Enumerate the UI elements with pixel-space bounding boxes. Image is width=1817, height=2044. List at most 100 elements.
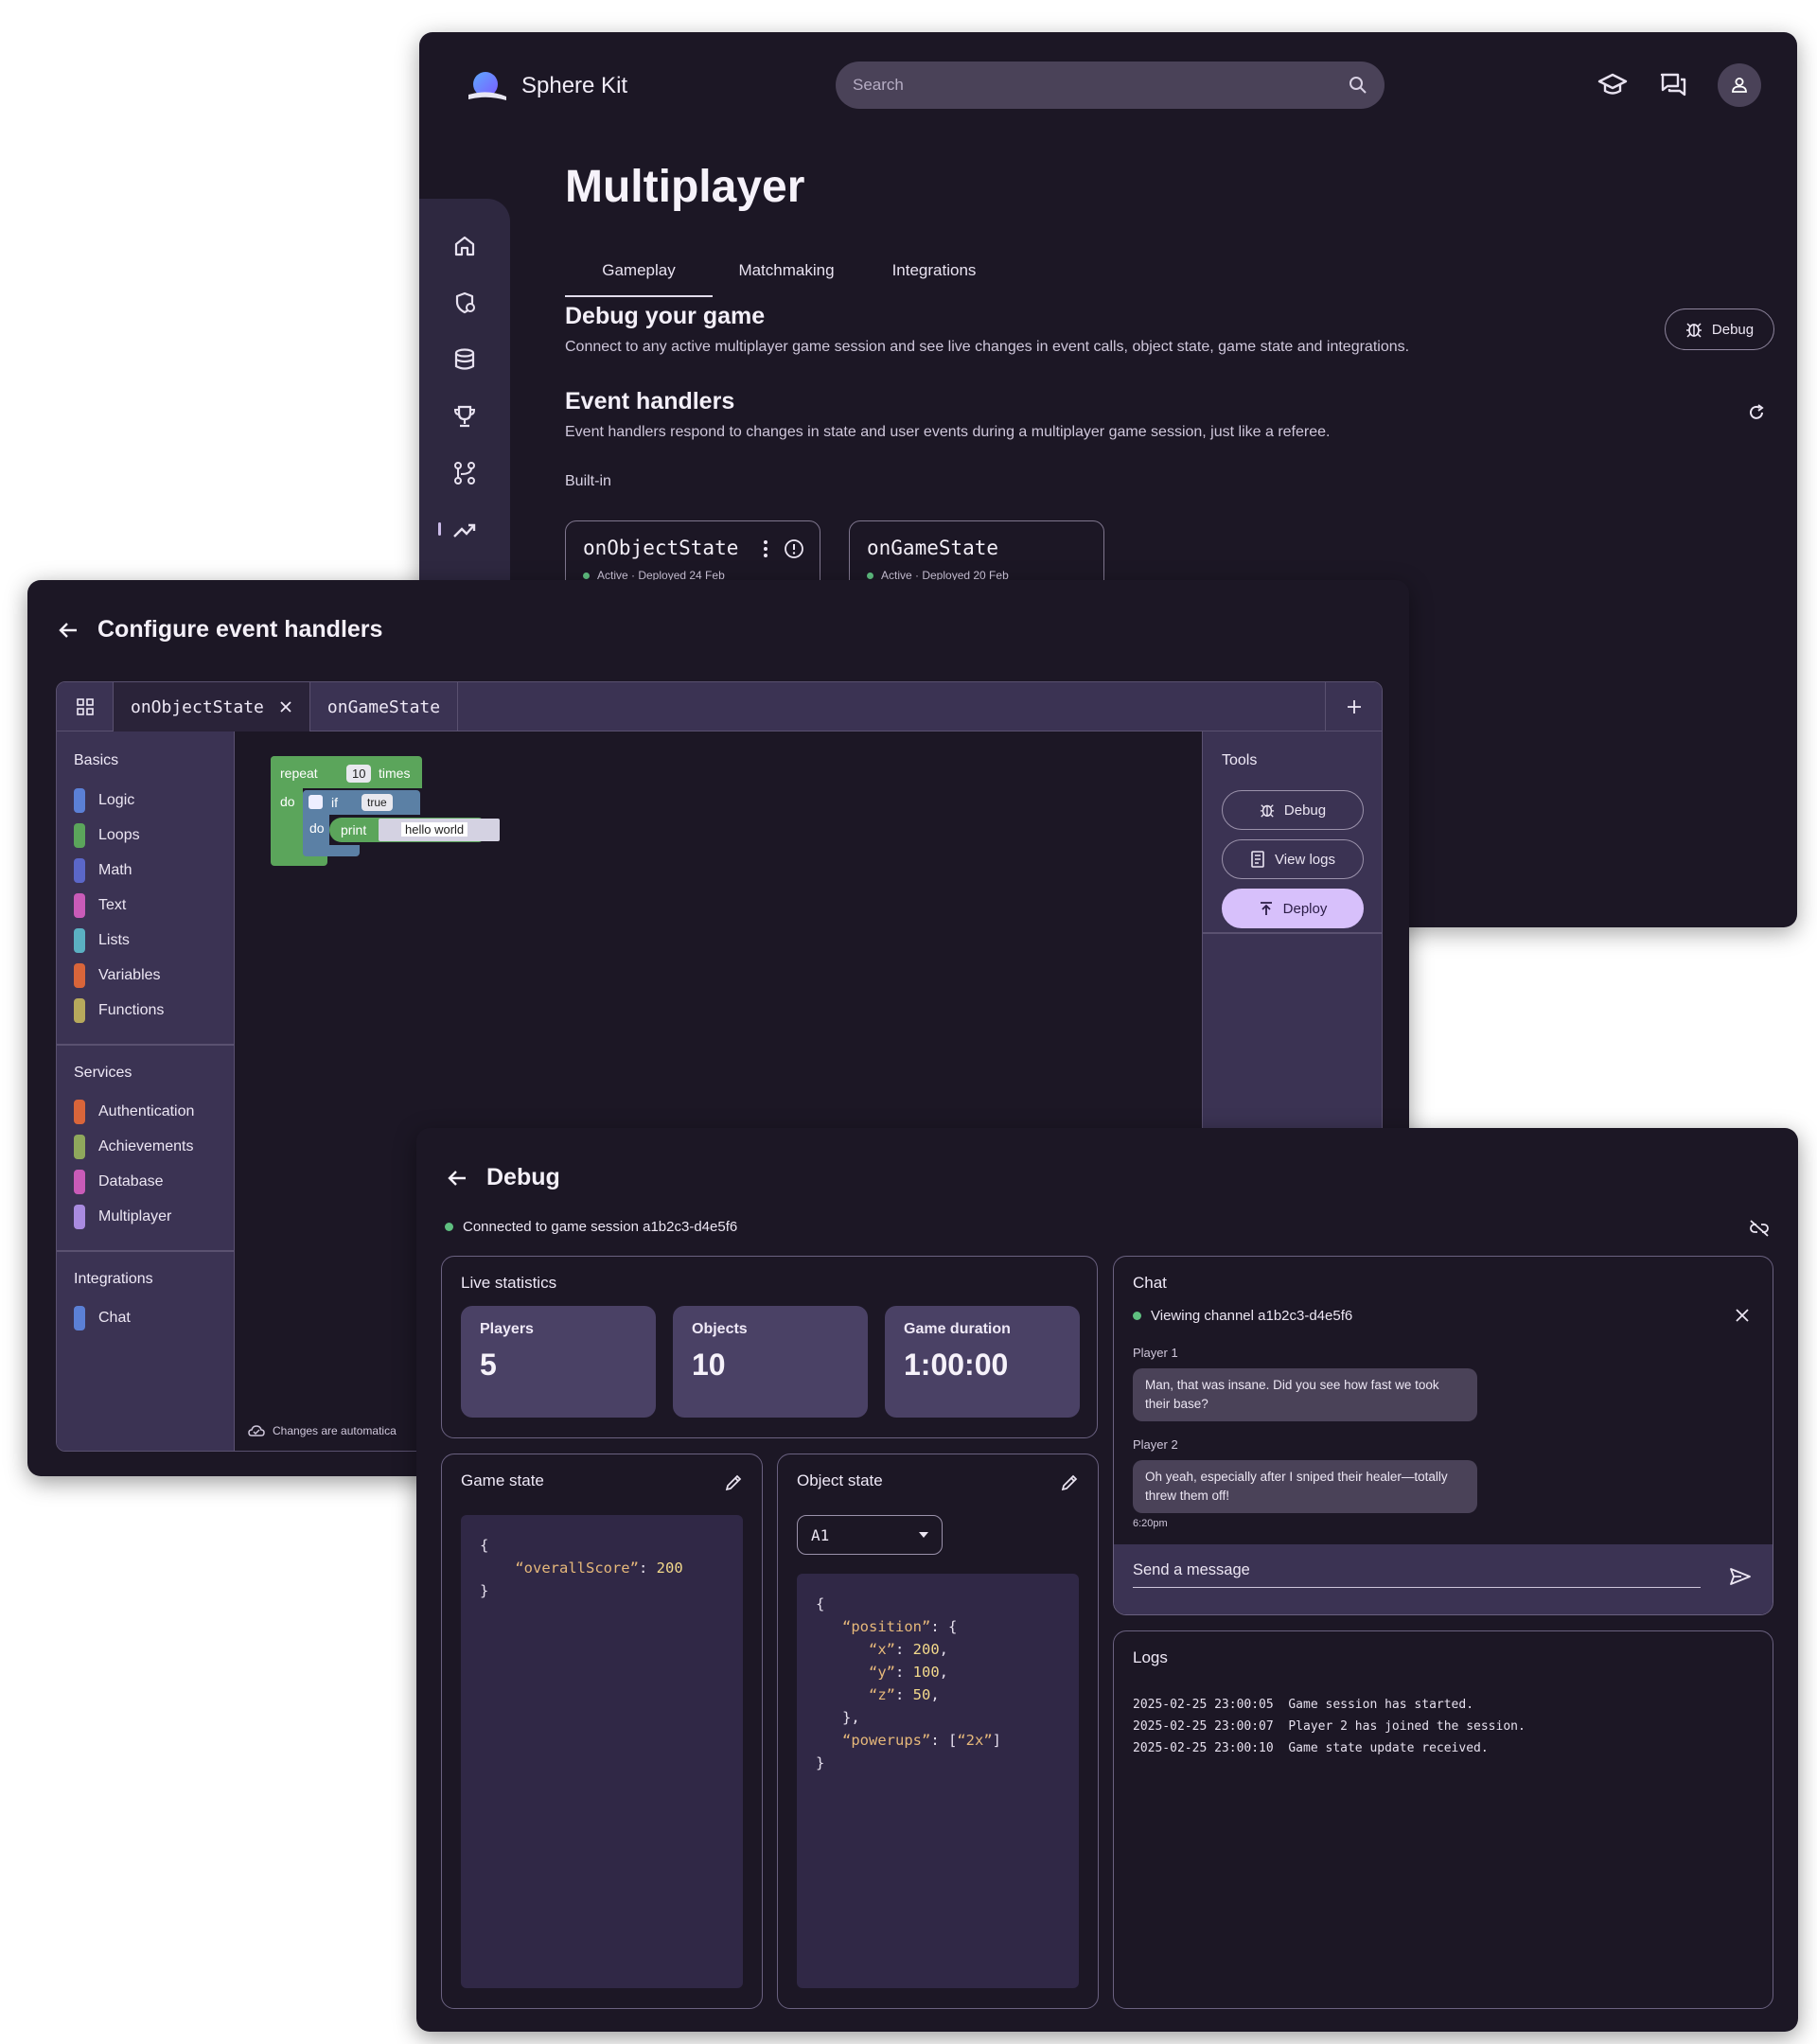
edit-icon[interactable] [724,1473,743,1492]
block-palette: Basics Logic Loops Math Text Lists Varia… [57,731,235,1451]
category-swatch [74,788,85,813]
autosave-status: Changes are automatica [248,1424,397,1437]
gear-icon[interactable] [309,795,323,809]
json-value: 200 [656,1559,683,1577]
deploy-button[interactable]: Deploy [1222,889,1364,928]
palette-item-authentication[interactable]: Authentication [74,1100,194,1124]
palette-item-achievements[interactable]: Achievements [74,1135,194,1159]
log-entry: 2025-02-25 23:00:07 Player 2 has joined … [1133,1719,1526,1734]
account-avatar[interactable] [1718,63,1761,107]
message-author: Player 1 [1133,1346,1178,1360]
view-logs-button[interactable]: View logs [1222,839,1364,879]
builtin-label: Built-in [565,473,611,489]
back-arrow-icon[interactable] [447,1169,467,1188]
palette-divider [57,1250,235,1252]
debug-description: Connect to any active multiplayer game s… [565,339,1410,355]
shield-icon[interactable] [448,286,482,320]
chat-panel: Chat Viewing channel a1b2c3-d4e5f6 Playe… [1113,1256,1773,1615]
tab-ongamestate[interactable]: onGameState [310,682,459,731]
autosave-text: Changes are automatica [273,1424,397,1437]
sphere-logo-icon [467,70,508,102]
palette-item-functions[interactable]: Functions [74,998,164,1023]
palette-item-math[interactable]: Math [74,858,132,883]
send-icon[interactable] [1729,1567,1752,1586]
connection-text: Connected to game session a1b2c3-d4e5f6 [463,1219,738,1235]
debug-window: Debug Connected to game session a1b2c3-d… [416,1128,1798,2032]
forum-icon[interactable] [1657,69,1689,101]
bug-icon [1260,804,1275,818]
status-dot [1133,1312,1141,1320]
status-dot [867,572,873,579]
stat-card-objects: Objects 10 [673,1306,868,1418]
debug-button-label: Debug [1711,321,1755,338]
palette-item-lists[interactable]: Lists [74,928,130,953]
editor-tabs: onObjectState onGameState [57,682,1382,731]
palette-section-basics: Basics [74,752,119,768]
object-state-json[interactable]: { “position”: { “x”: 200, “y”: 100, “z”:… [797,1574,1079,1988]
block-bool-dropdown[interactable]: true [362,794,393,811]
category-swatch [74,893,85,918]
palette-item-multiplayer[interactable]: Multiplayer [74,1205,171,1229]
close-icon[interactable] [1735,1308,1750,1323]
debug-button[interactable]: Debug [1665,308,1774,350]
category-swatch [74,1170,85,1194]
palette-item-chat[interactable]: Chat [74,1306,131,1330]
tab-integrations[interactable]: Integrations [860,261,1008,297]
database-icon[interactable] [448,343,482,377]
game-state-title: Game state [461,1471,544,1489]
warning-icon[interactable] [784,538,804,559]
page-title: Multiplayer [565,162,805,212]
grid-icon[interactable] [57,682,114,731]
learn-icon[interactable] [1596,69,1629,101]
app-name: Sphere Kit [521,73,628,98]
close-icon[interactable] [279,700,292,714]
live-stats-panel: Live statistics Players 5 Objects 10 Gam… [441,1256,1098,1438]
handlers-heading: Event handlers [565,388,735,414]
palette-item-loops[interactable]: Loops [74,823,140,848]
app-logo[interactable]: Sphere Kit [467,70,627,102]
block-keyword-times: times [379,766,411,781]
back-arrow-icon[interactable] [58,621,79,640]
block-count-input[interactable]: 10 [346,765,372,783]
palette-item-text[interactable]: Text [74,893,126,918]
game-state-json[interactable]: { “overallScore”: 200 } [461,1515,743,1988]
category-swatch [74,963,85,988]
live-stats-title: Live statistics [461,1274,557,1292]
link-off-icon[interactable] [1749,1219,1770,1238]
message-author: Player 2 [1133,1437,1178,1452]
object-select[interactable]: A1 [797,1515,943,1555]
log-entry: 2025-02-25 23:00:10 Game state update re… [1133,1741,1489,1755]
trophy-icon[interactable] [448,399,482,433]
active-nav-marker [438,522,441,536]
user-icon [1732,78,1747,93]
tab-gameplay[interactable]: Gameplay [565,261,713,297]
tab-matchmaking[interactable]: Matchmaking [713,261,860,297]
object-state-panel: Object state A1 { “position”: { “x”: 200… [777,1454,1099,2009]
tool-debug-button[interactable]: Debug [1222,790,1364,830]
block-keyword-do: do [309,820,325,836]
message-input[interactable]: Send a message [1133,1561,1701,1588]
search-icon [1349,76,1367,95]
palette-item-database[interactable]: Database [74,1170,164,1194]
more-vert-icon[interactable] [763,539,768,558]
palette-item-variables[interactable]: Variables [74,963,161,988]
home-icon[interactable] [448,229,482,263]
dropdown-arrow-icon [919,1532,928,1538]
bug-icon [1685,323,1702,338]
trending-icon[interactable] [448,513,482,547]
tab-onobjectstate[interactable]: onObjectState [114,682,310,731]
refresh-icon[interactable] [1747,403,1766,422]
category-swatch [74,1205,85,1229]
block-text-value[interactable]: hello world [401,822,468,837]
stat-card-game-duration: Game duration 1:00:00 [885,1306,1080,1418]
add-tab-icon[interactable] [1325,682,1382,731]
edit-icon[interactable] [1060,1473,1079,1492]
cloud-done-icon [248,1425,265,1436]
search-input[interactable]: Search [836,62,1385,109]
flow-icon[interactable] [448,456,482,490]
tab-label: onObjectState [131,696,264,717]
chat-channel-text: Viewing channel a1b2c3-d4e5f6 [1151,1308,1353,1324]
connection-status: Connected to game session a1b2c3-d4e5f6 [445,1219,737,1235]
palette-item-logic[interactable]: Logic [74,788,134,813]
category-swatch [74,1135,85,1159]
